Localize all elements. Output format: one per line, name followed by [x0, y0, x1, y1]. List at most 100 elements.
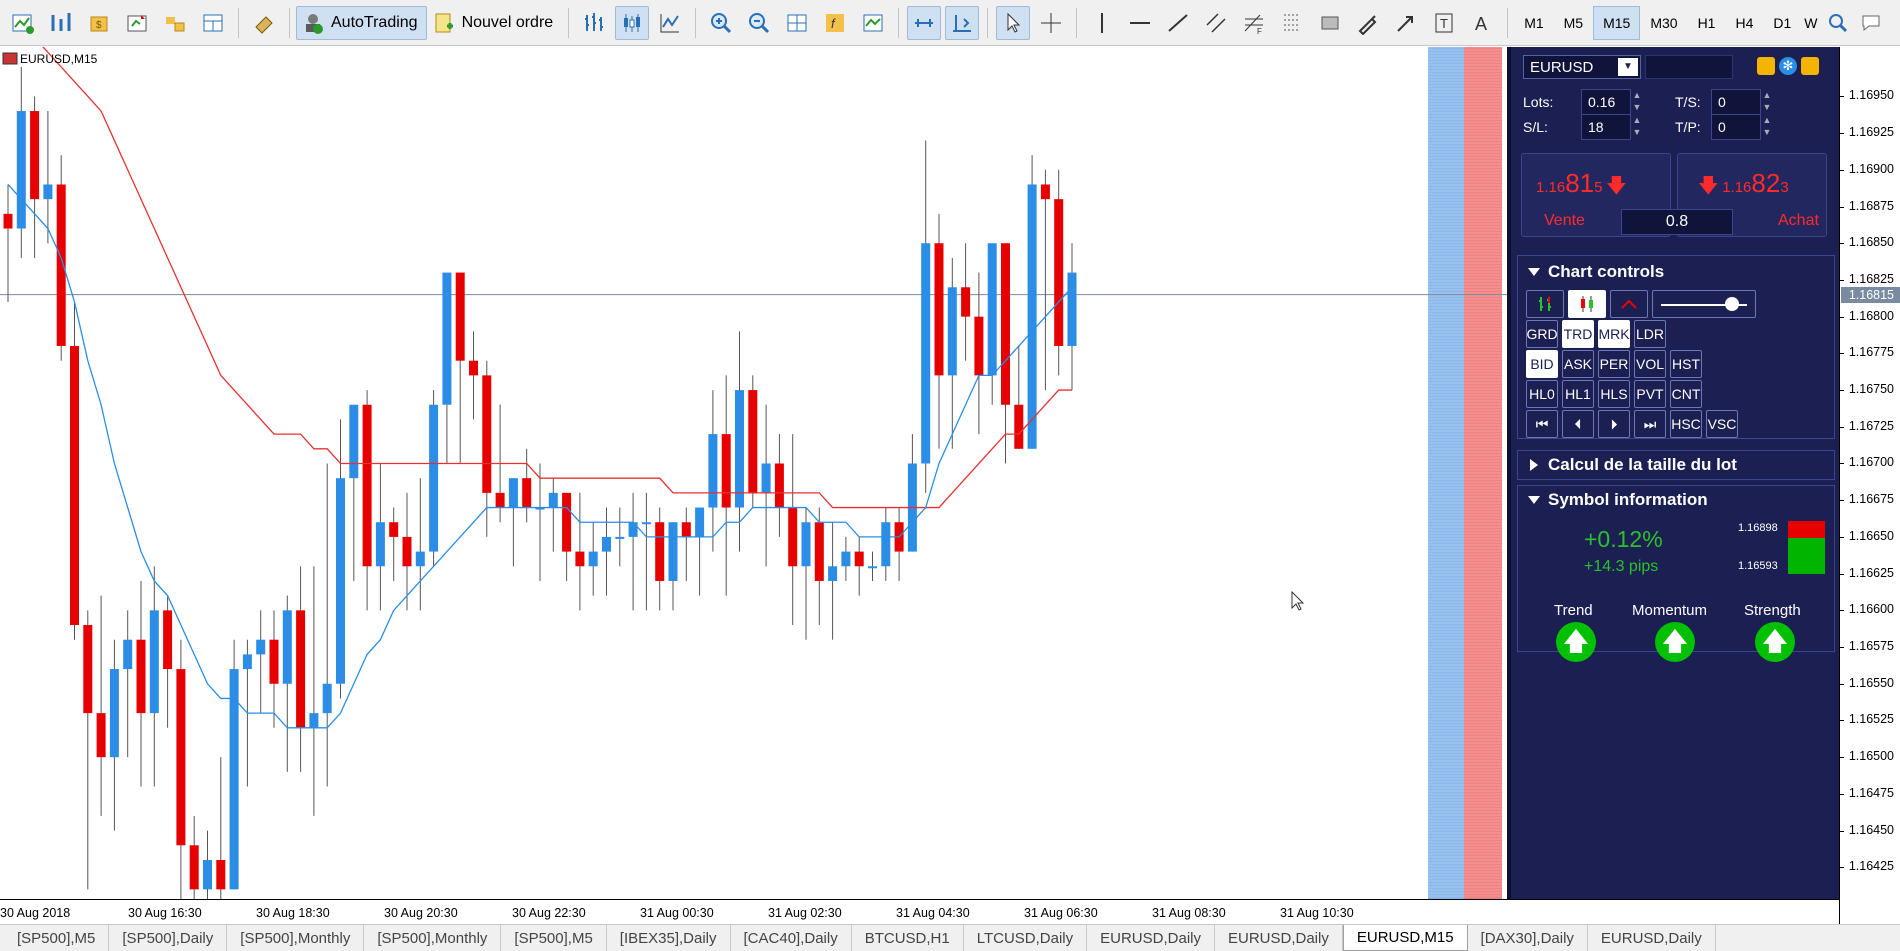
indicators-button[interactable]: f [818, 6, 852, 40]
take-profit-input[interactable]: 0 [1711, 114, 1761, 140]
last-bar-button[interactable]: ⏭ [1634, 410, 1666, 438]
new-chart-button[interactable] [6, 6, 40, 40]
history-toggle-button[interactable]: HST [1670, 350, 1702, 378]
trendline-button[interactable] [1161, 6, 1195, 40]
chart-tab[interactable]: LTCUSD,Daily [964, 925, 1088, 951]
chart-tab[interactable]: EURUSD,M15 [1342, 925, 1468, 951]
stop-loss-input[interactable]: 18 [1581, 114, 1631, 140]
chart-tab[interactable]: [SP500],M5 [501, 925, 607, 951]
timeframe-m5[interactable]: M5 [1554, 6, 1593, 40]
auto-scroll-button[interactable] [945, 5, 980, 40]
hl1-toggle-button[interactable]: HL1 [1562, 380, 1594, 408]
bars-mode-button[interactable] [1526, 290, 1564, 318]
symbol-info-header[interactable]: Symbol information [1518, 486, 1834, 514]
chart-controls-header[interactable]: Chart controls [1518, 256, 1834, 288]
timeframe-m1[interactable]: M1 [1514, 6, 1553, 40]
period-toggle-button[interactable]: PER [1598, 350, 1630, 378]
hls-toggle-button[interactable]: HLS [1598, 380, 1630, 408]
trailing-stop-input[interactable]: 0 [1711, 89, 1761, 115]
horizontal-line-button[interactable] [1123, 6, 1157, 40]
lot-size-section[interactable]: Calcul de la taille du lot [1517, 450, 1835, 480]
text-button[interactable]: T [1427, 6, 1461, 40]
timeframe-h1[interactable]: H1 [1688, 6, 1726, 40]
trade-levels-toggle-button[interactable]: TRD [1562, 320, 1594, 348]
stop-loss-stepper[interactable]: ▲ ▼ [1631, 114, 1643, 140]
chart-tab[interactable]: [SP500],Daily [109, 925, 228, 951]
chart-tab[interactable]: [SP500],Monthly [227, 925, 365, 951]
zoom-out-button[interactable] [742, 6, 776, 40]
hl0-toggle-button[interactable]: HL0 [1526, 380, 1558, 408]
horizontal-scale-button[interactable]: HSC [1670, 410, 1702, 438]
timeframe-w1[interactable]: W [1801, 6, 1821, 40]
timeframe-m30[interactable]: M30 [1640, 6, 1687, 40]
tile-windows-button[interactable] [780, 6, 814, 40]
line-mode-button[interactable] [1610, 290, 1648, 318]
chart-tab[interactable]: EURUSD,Daily [1087, 925, 1215, 951]
chart-tab[interactable]: [SP500],M5 [4, 925, 110, 951]
profiles-button[interactable] [44, 6, 78, 40]
chart-tab[interactable]: [IBEX35],Daily [607, 925, 731, 951]
crosshair-button[interactable] [1034, 6, 1068, 40]
chart-tab[interactable]: EURUSD,Daily [1588, 925, 1716, 951]
timeframe-m15[interactable]: M15 [1593, 5, 1641, 40]
navigator-button[interactable] [158, 6, 192, 40]
chart-tab[interactable]: BTCUSD,H1 [852, 925, 964, 951]
chart-tab[interactable]: EURUSD,Daily [1215, 925, 1343, 951]
vertical-line-button[interactable] [1085, 6, 1119, 40]
data-window-button[interactable] [120, 6, 154, 40]
candlestick-chart-button[interactable] [615, 5, 650, 40]
vertical-scale-button[interactable]: VSC [1706, 410, 1738, 438]
take-profit-stepper[interactable]: ▲ ▼ [1761, 114, 1773, 140]
market-toggle-button[interactable]: MRK [1598, 320, 1630, 348]
grid-tool-button[interactable] [1275, 6, 1309, 40]
volume-toggle-button[interactable]: VOL [1634, 350, 1666, 378]
first-bar-button[interactable]: ⏮ [1526, 410, 1558, 438]
zoom-slider[interactable] [1652, 290, 1756, 318]
zoom-in-button[interactable] [704, 6, 738, 40]
expand-icon[interactable] [1801, 57, 1819, 75]
symbol-select[interactable]: EURUSD ▼ [1523, 55, 1641, 79]
settings-gear-icon[interactable]: ✻ [1779, 57, 1797, 75]
copy-icon[interactable] [1757, 57, 1775, 75]
autotrading-button[interactable]: AutoTrading [296, 5, 427, 40]
trailing-stop-stepper[interactable]: ▲ ▼ [1761, 89, 1773, 115]
candles-mode-button[interactable] [1568, 290, 1606, 318]
equidistant-channel-button[interactable] [1199, 6, 1233, 40]
pivot-toggle-button[interactable]: PVT [1634, 380, 1666, 408]
bull-candle [508, 478, 518, 508]
pen-button[interactable] [1351, 6, 1385, 40]
timeframe-d1[interactable]: D1 [1763, 6, 1801, 40]
arrows-button[interactable] [1389, 6, 1423, 40]
chat-button[interactable] [1857, 6, 1887, 40]
market-watch-button[interactable]: $ [82, 6, 116, 40]
next-bar-button[interactable]: ⏵ [1598, 410, 1630, 438]
cursor-button[interactable] [996, 5, 1031, 40]
symbol-search-input[interactable] [1645, 55, 1733, 79]
fibonacci-button[interactable]: F [1237, 6, 1271, 40]
chart-shift-button[interactable] [907, 5, 942, 40]
strategy-tester-button[interactable] [247, 6, 281, 40]
terminal-button[interactable] [196, 6, 230, 40]
slider-thumb[interactable] [1725, 297, 1739, 311]
text-label-button[interactable]: A [1465, 6, 1499, 40]
ladder-toggle-button[interactable]: LDR [1634, 320, 1666, 348]
chart-tab[interactable]: [CAC40],Daily [731, 925, 852, 951]
templates-button[interactable] [856, 6, 890, 40]
lot-size-header[interactable]: Calcul de la taille du lot [1518, 451, 1834, 479]
search-button[interactable] [1823, 6, 1853, 40]
line-chart-button[interactable] [653, 6, 687, 40]
lots-stepper[interactable]: ▲ ▼ [1631, 89, 1643, 115]
new-order-button[interactable]: Nouvel ordre [427, 6, 563, 40]
bar-chart-button[interactable] [577, 6, 611, 40]
chart-tab[interactable]: [DAX30],Daily [1468, 925, 1588, 951]
previous-bar-button[interactable]: ⏴ [1562, 410, 1594, 438]
chart-window[interactable]: EURUSD,M15 EURUSD ▼ ✻ Lots: 0.16 ▲ ▼ S/L:… [0, 47, 1900, 924]
lots-input[interactable]: 0.16 [1581, 89, 1631, 115]
bid-toggle-button[interactable]: BID [1526, 350, 1558, 378]
countdown-toggle-button[interactable]: CNT [1670, 380, 1702, 408]
grid-toggle-button[interactable]: GRD [1526, 320, 1558, 348]
timeframe-h4[interactable]: H4 [1725, 6, 1763, 40]
ask-toggle-button[interactable]: ASK [1562, 350, 1594, 378]
rectangle-button[interactable] [1313, 6, 1347, 40]
chart-tab[interactable]: [SP500],Monthly [364, 925, 502, 951]
